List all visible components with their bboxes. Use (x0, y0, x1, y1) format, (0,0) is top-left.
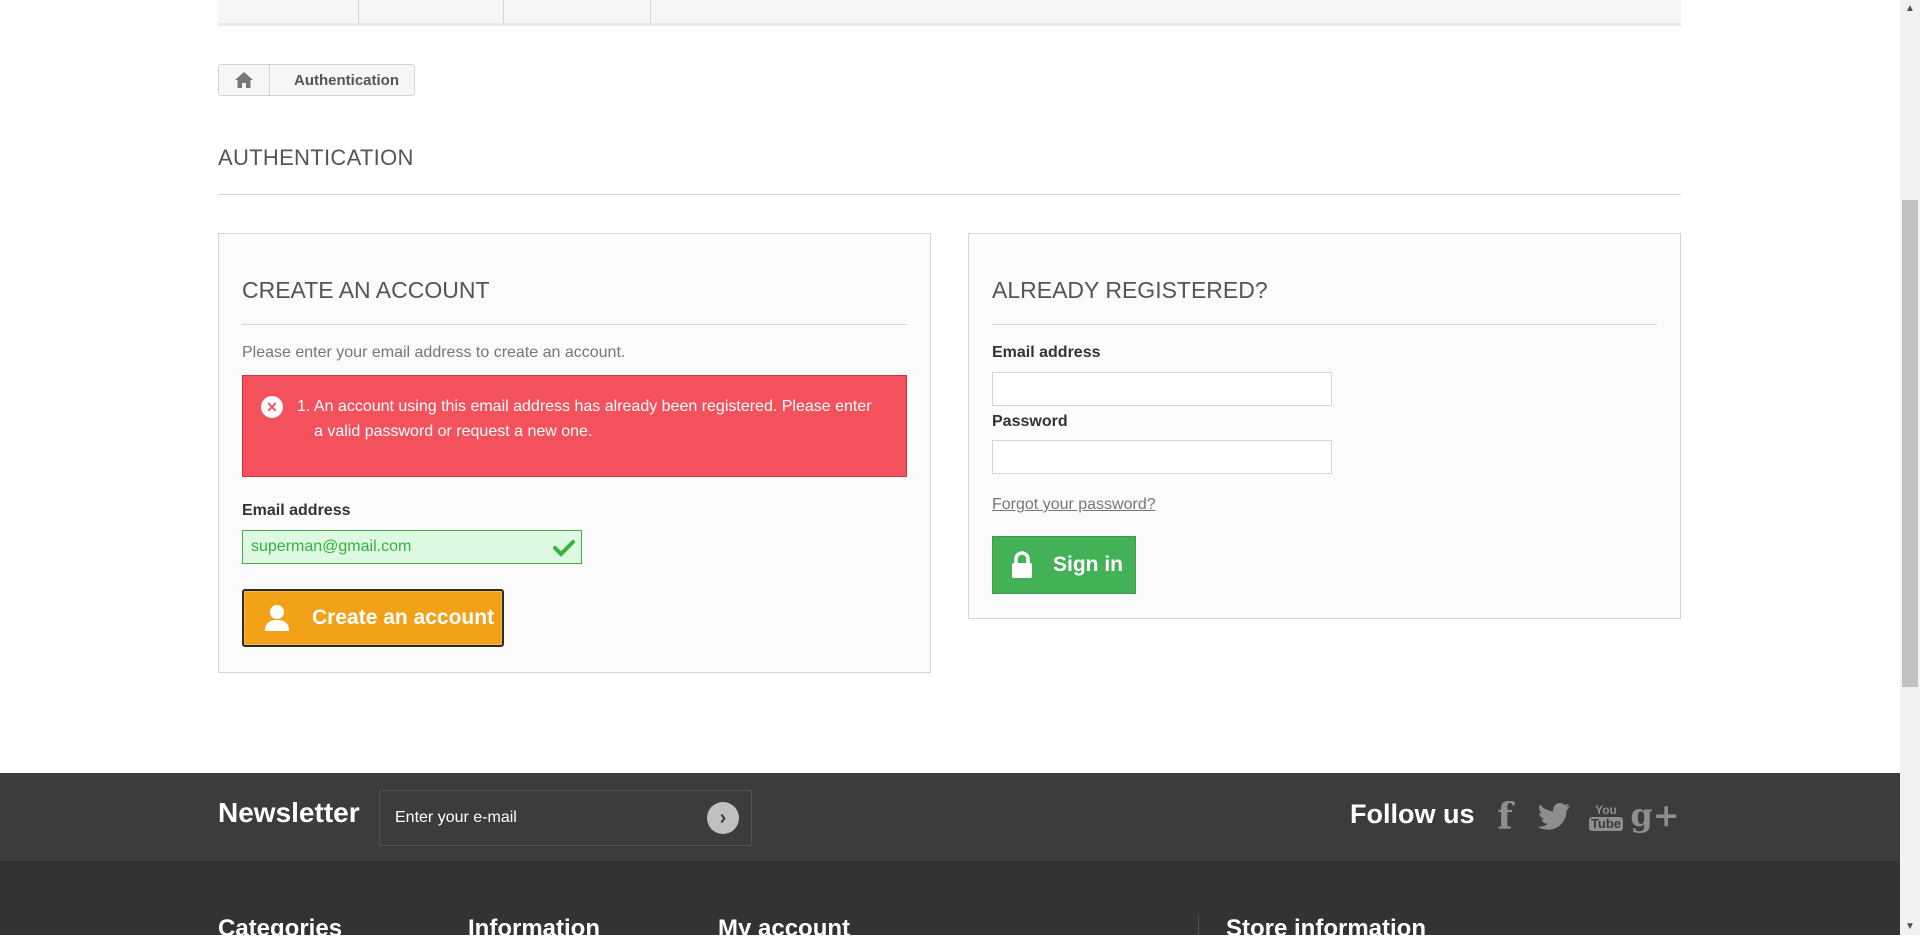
menu-separator (358, 0, 359, 24)
newsletter-title: Newsletter (218, 797, 360, 828)
error-message-line: a valid password or request a new one. (314, 423, 593, 440)
footer-separator (1198, 915, 1199, 935)
create-email-value: superman@gmail.com (251, 538, 412, 555)
menu-separator (503, 0, 504, 24)
google-plus-icon[interactable]: g+ (1630, 795, 1679, 835)
footer-columns: Categories Information My account Store … (0, 861, 1900, 942)
scrollbar-thumb[interactable] (1902, 200, 1918, 687)
create-account-button[interactable]: Create an account (242, 589, 504, 647)
sign-in-label: Sign in (1053, 553, 1123, 576)
newsletter-placeholder: Enter your e-mail (395, 809, 517, 826)
divider (992, 324, 1657, 325)
breadcrumb-current: Authentication (294, 71, 399, 89)
create-email-input[interactable]: superman@gmail.com (242, 530, 582, 564)
page-title: AUTHENTICATION (218, 145, 414, 170)
home-link[interactable] (219, 65, 270, 95)
google-plus-glyph: g+ (1630, 796, 1680, 834)
footer-column-categories: Categories (218, 915, 343, 942)
breadcrumb: Authentication (218, 64, 415, 96)
scroll-up-icon[interactable]: ▲ (1900, 0, 1920, 17)
create-account-label: Create an account (312, 606, 495, 629)
forgot-password-link[interactable]: Forgot your password? (992, 496, 1156, 514)
footer-newsletter-bar: Newsletter Enter your e-mail › Follow us… (0, 773, 1900, 861)
error-message-line: 1. An account using this email address h… (297, 398, 872, 415)
footer-column-information: Information (468, 915, 600, 942)
login-email-input[interactable] (992, 372, 1332, 406)
user-icon (265, 605, 289, 631)
create-account-hint: Please enter your email address to creat… (242, 344, 626, 361)
login-password-input[interactable] (992, 440, 1332, 474)
home-icon (235, 72, 253, 88)
create-account-form: CREATE AN ACCOUNT Please enter your emai… (218, 233, 931, 673)
youtube-icon[interactable]: You Tube (1588, 797, 1624, 837)
email-label: Email address (242, 502, 351, 519)
sign-in-button[interactable]: Sign in (992, 536, 1136, 594)
newsletter-input[interactable]: Enter your e-mail › (379, 790, 752, 846)
twitter-icon[interactable] (1538, 803, 1572, 831)
login-form: ALREADY REGISTERED? Email address Passwo… (968, 233, 1681, 619)
top-menu (218, 0, 1681, 26)
divider (218, 194, 1681, 195)
check-icon (553, 540, 575, 557)
divider (242, 324, 907, 325)
menu-separator (650, 0, 651, 24)
lock-icon (1012, 551, 1032, 578)
footer-column-store-information: Store information (1226, 915, 1427, 942)
youtube-glyph-bottom: Tube (1588, 816, 1624, 831)
error-alert: ✕ 1. An account using this email address… (242, 375, 907, 477)
facebook-icon[interactable]: f (1490, 796, 1520, 838)
footer-column-my-account: My account (718, 915, 851, 942)
create-account-title: CREATE AN ACCOUNT (242, 277, 490, 303)
login-title: ALREADY REGISTERED? (992, 277, 1268, 303)
password-label: Password (992, 413, 1068, 430)
error-circle-icon: ✕ (261, 396, 283, 418)
newsletter-submit-icon[interactable]: › (707, 802, 739, 834)
follow-us-title: Follow us (1350, 799, 1475, 829)
email-label: Email address (992, 344, 1101, 361)
scroll-down-icon[interactable]: ▼ (1900, 918, 1920, 935)
youtube-glyph-top: You (1595, 803, 1617, 817)
facebook-glyph: f (1497, 796, 1513, 838)
